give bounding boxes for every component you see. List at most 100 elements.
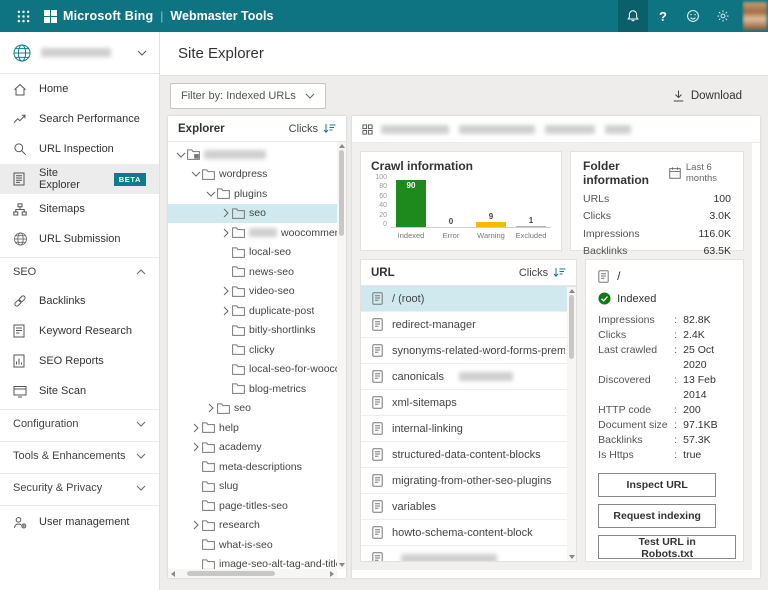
settings-icon[interactable]: [708, 0, 738, 32]
sidebar-item-site-scan[interactable]: Site Scan: [0, 376, 159, 406]
tree-node-local-seo-for-woocommer[interactable]: local-seo-for-woocommer: [168, 360, 346, 380]
sidebar-item-url-inspection[interactable]: URL Inspection: [0, 134, 159, 164]
tree-node-seo[interactable]: seo: [168, 399, 346, 419]
product-name[interactable]: Webmaster Tools: [170, 9, 273, 23]
site-selector[interactable]: [0, 32, 159, 74]
scroll-left-arrow[interactable]: [171, 571, 175, 577]
url-row-xml-sitemaps[interactable]: xml-sitemaps: [361, 390, 576, 416]
tree-node-what-is-seo[interactable]: what-is-seo: [168, 535, 346, 555]
url-row-migrating-from-other-seo-plugins[interactable]: migrating-from-other-seo-plugins: [361, 468, 576, 494]
sidebar-item-sitemaps[interactable]: Sitemaps: [0, 194, 159, 224]
chevron-down-icon: [136, 485, 146, 491]
tree-node-video-seo[interactable]: video-seo: [168, 282, 346, 302]
tree-horizontal-scrollbar[interactable]: [168, 569, 337, 578]
sidebar-item-home[interactable]: Home: [0, 74, 159, 104]
tree-node-blog-metrics[interactable]: blog-metrics: [168, 379, 346, 399]
sidebar-item-url-submission[interactable]: URL Submission: [0, 224, 159, 254]
scroll-up-arrow[interactable]: [339, 144, 345, 148]
chevron-down-icon[interactable]: [204, 191, 217, 197]
bar-warning[interactable]: 9: [476, 176, 506, 227]
metric-label: Clicks: [583, 210, 611, 222]
page-icon: [372, 370, 383, 383]
sidebar-item-keyword-research[interactable]: Keyword Research: [0, 316, 159, 346]
request-indexing-button[interactable]: Request indexing: [598, 504, 716, 528]
sidebar-section-seo[interactable]: SEO: [0, 257, 159, 286]
url-details-panel: / Indexed Impressions:82.8KClicks:2.4KLa…: [585, 259, 744, 562]
tree-node-seo[interactable]: seo: [168, 204, 346, 224]
tree-node-academy[interactable]: academy: [168, 438, 346, 458]
url-sort-button[interactable]: Clicks: [519, 267, 566, 279]
explorer-sort-button[interactable]: Clicks: [289, 123, 336, 135]
tree-node-research[interactable]: research: [168, 516, 346, 536]
bar-indexed[interactable]: 90: [396, 176, 426, 227]
url-row[interactable]: [361, 546, 576, 561]
brand-name[interactable]: Microsoft Bing: [63, 9, 153, 23]
tree-node-root[interactable]: [168, 145, 346, 165]
sidebar-item-user-management[interactable]: User management: [0, 505, 159, 538]
url-row-variables[interactable]: variables: [361, 494, 576, 520]
sidebar-item-search-performance[interactable]: Search Performance: [0, 104, 159, 134]
topbar: Microsoft Bing | Webmaster Tools ?: [0, 0, 768, 32]
url-row-redirect-manager[interactable]: redirect-manager: [361, 312, 576, 338]
chevron-right-icon[interactable]: [189, 520, 202, 530]
download-button[interactable]: Download: [673, 90, 742, 102]
bar-error[interactable]: 0: [436, 176, 466, 227]
chevron-right-icon[interactable]: [219, 286, 232, 296]
chevron-right-icon[interactable]: [189, 442, 202, 452]
date-range-selector[interactable]: Last 6 months: [669, 162, 731, 184]
tree-node-meta-descriptions[interactable]: meta-descriptions: [168, 457, 346, 477]
inspect-url-button[interactable]: Inspect URL: [598, 473, 716, 497]
waffle-icon[interactable]: [10, 0, 36, 32]
url-row-howto-schema-content-block[interactable]: howto-schema-content-block: [361, 520, 576, 546]
avatar[interactable]: [742, 0, 768, 32]
feedback-icon[interactable]: [678, 0, 708, 32]
sidebar-item-backlinks[interactable]: Backlinks: [0, 286, 159, 316]
sidebar-item-site-explorer[interactable]: Site ExplorerBETA: [0, 164, 159, 194]
chevron-down-icon[interactable]: [174, 152, 187, 158]
sidebar-section-configuration[interactable]: Configuration: [0, 409, 159, 438]
scroll-down-arrow[interactable]: [339, 563, 345, 567]
sidebar-section-tools-enhancements[interactable]: Tools & Enhancements: [0, 441, 159, 470]
chevron-down-icon[interactable]: [189, 171, 202, 177]
scroll-up-arrow[interactable]: [569, 289, 575, 293]
detail-field-value: true: [683, 448, 701, 463]
url-row-root[interactable]: / (root): [361, 286, 576, 312]
url-row-internal-linking[interactable]: internal-linking: [361, 416, 576, 442]
sidebar-item-seo-reports[interactable]: SEO Reports: [0, 346, 159, 376]
chevron-right-icon[interactable]: [189, 423, 202, 433]
url-row-canonicals[interactable]: canonicals: [361, 364, 576, 390]
scroll-down-arrow[interactable]: [569, 555, 575, 559]
scrollbar-thumb[interactable]: [187, 571, 275, 576]
url-row-synonyms-related-word-forms-premium[interactable]: synonyms-related-word-forms-premium: [361, 338, 576, 364]
chevron-right-icon[interactable]: [219, 228, 232, 238]
scroll-right-arrow[interactable]: [330, 571, 334, 577]
tree-node-page-titles-seo[interactable]: page-titles-seo: [168, 496, 346, 516]
tree-node-duplicate-post[interactable]: duplicate-post: [168, 301, 346, 321]
tree-node-plugins[interactable]: plugins: [168, 184, 346, 204]
test-url-in-robots-txt-button[interactable]: Test URL in Robots.txt: [598, 535, 736, 559]
chevron-right-icon[interactable]: [204, 403, 217, 413]
notifications-icon[interactable]: [618, 0, 648, 32]
scrollbar-thumb[interactable]: [569, 295, 574, 359]
tree-node-local-seo[interactable]: local-seo: [168, 243, 346, 263]
sidebar-section-security-privacy[interactable]: Security & Privacy: [0, 473, 159, 502]
filter-dropdown[interactable]: Filter by: Indexed URLs: [170, 83, 326, 109]
help-icon[interactable]: ?: [648, 0, 678, 32]
tree-vertical-scrollbar[interactable]: [337, 142, 346, 569]
tree-node-help[interactable]: help: [168, 418, 346, 438]
url-vertical-scrollbar[interactable]: [567, 287, 576, 561]
tree-node-clicky[interactable]: clicky: [168, 340, 346, 360]
bar-excluded[interactable]: 1: [516, 176, 546, 227]
tree-node-bitly-shortlinks[interactable]: bitly-shortlinks: [168, 321, 346, 341]
crawl-info-title: Crawl information: [371, 159, 551, 173]
tree-node-news-seo[interactable]: news-seo: [168, 262, 346, 282]
tree-node-slug[interactable]: slug: [168, 477, 346, 497]
url-row-structured-data-content-blocks[interactable]: structured-data-content-blocks: [361, 442, 576, 468]
explorer-header: Explorer Clicks: [168, 116, 346, 142]
explorer-tree: wordpresspluginsseowoocommerce-seolocal-…: [168, 142, 346, 578]
tree-node-woocommerce-seo[interactable]: woocommerce-seo: [168, 223, 346, 243]
scrollbar-thumb[interactable]: [339, 150, 344, 236]
chevron-right-icon[interactable]: [219, 208, 232, 218]
chevron-right-icon[interactable]: [219, 306, 232, 316]
tree-node-wordpress[interactable]: wordpress: [168, 165, 346, 185]
